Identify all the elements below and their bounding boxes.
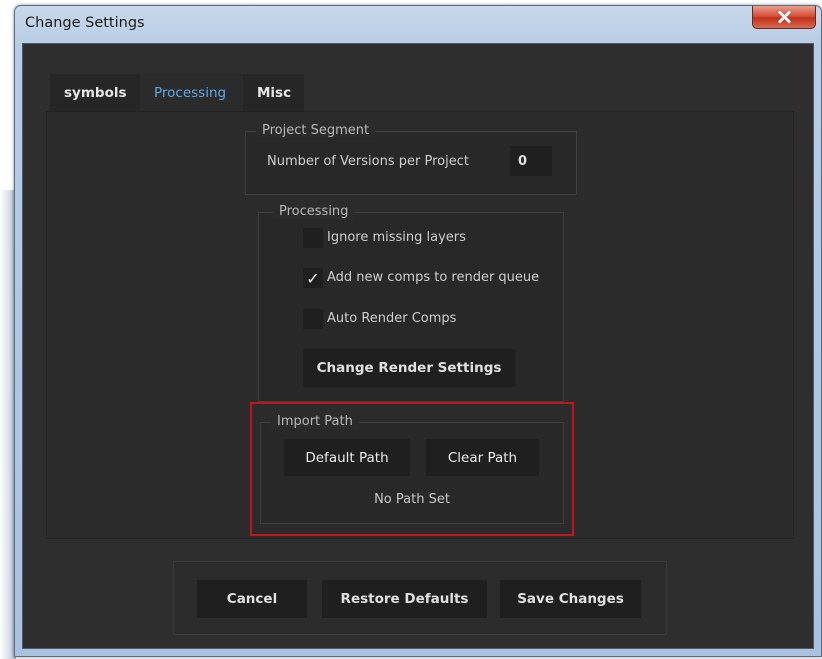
- footer-button-bar: Cancel Restore Defaults Save Changes: [173, 561, 667, 635]
- ignore-missing-layers-checkbox[interactable]: [303, 228, 323, 248]
- add-to-render-queue-checkbox[interactable]: ✓: [303, 268, 323, 288]
- close-icon: [777, 10, 791, 24]
- group-title: Project Segment: [256, 123, 376, 138]
- cancel-button[interactable]: Cancel: [197, 580, 307, 618]
- change-render-settings-button[interactable]: Change Render Settings: [303, 349, 515, 387]
- tab-symbols[interactable]: symbols: [50, 74, 140, 111]
- tab-misc[interactable]: Misc: [243, 74, 304, 111]
- tab-label: Misc: [257, 84, 292, 101]
- tab-processing[interactable]: Processing: [140, 74, 243, 111]
- auto-render-comps-checkbox[interactable]: [303, 309, 323, 329]
- dialog-client-area: symbols Processing Misc Project Segment …: [22, 43, 814, 649]
- processing-group: Processing Ignore missing layers ✓ Add n…: [258, 204, 564, 402]
- save-changes-button[interactable]: Save Changes: [500, 580, 641, 618]
- window-title: Change Settings: [25, 15, 145, 31]
- restore-defaults-button[interactable]: Restore Defaults: [322, 580, 487, 618]
- versions-input[interactable]: [510, 146, 552, 176]
- ignore-missing-layers-label: Ignore missing layers: [327, 230, 466, 245]
- highlight-annotation: [250, 402, 574, 536]
- versions-label: Number of Versions per Project: [267, 154, 469, 169]
- title-bar[interactable]: Change Settings: [15, 6, 821, 44]
- project-segment-group: Project Segment Number of Versions per P…: [245, 123, 577, 195]
- auto-render-comps-label: Auto Render Comps: [327, 311, 457, 326]
- add-to-render-queue-label: Add new comps to render queue: [327, 270, 540, 285]
- tab-label: Processing: [154, 84, 227, 101]
- close-button[interactable]: [752, 6, 816, 29]
- group-title: Processing: [273, 204, 355, 219]
- settings-window: Change Settings symbols Processing Misc …: [14, 5, 822, 657]
- check-mark-icon: ✓: [306, 268, 320, 288]
- tab-label: symbols: [64, 84, 127, 101]
